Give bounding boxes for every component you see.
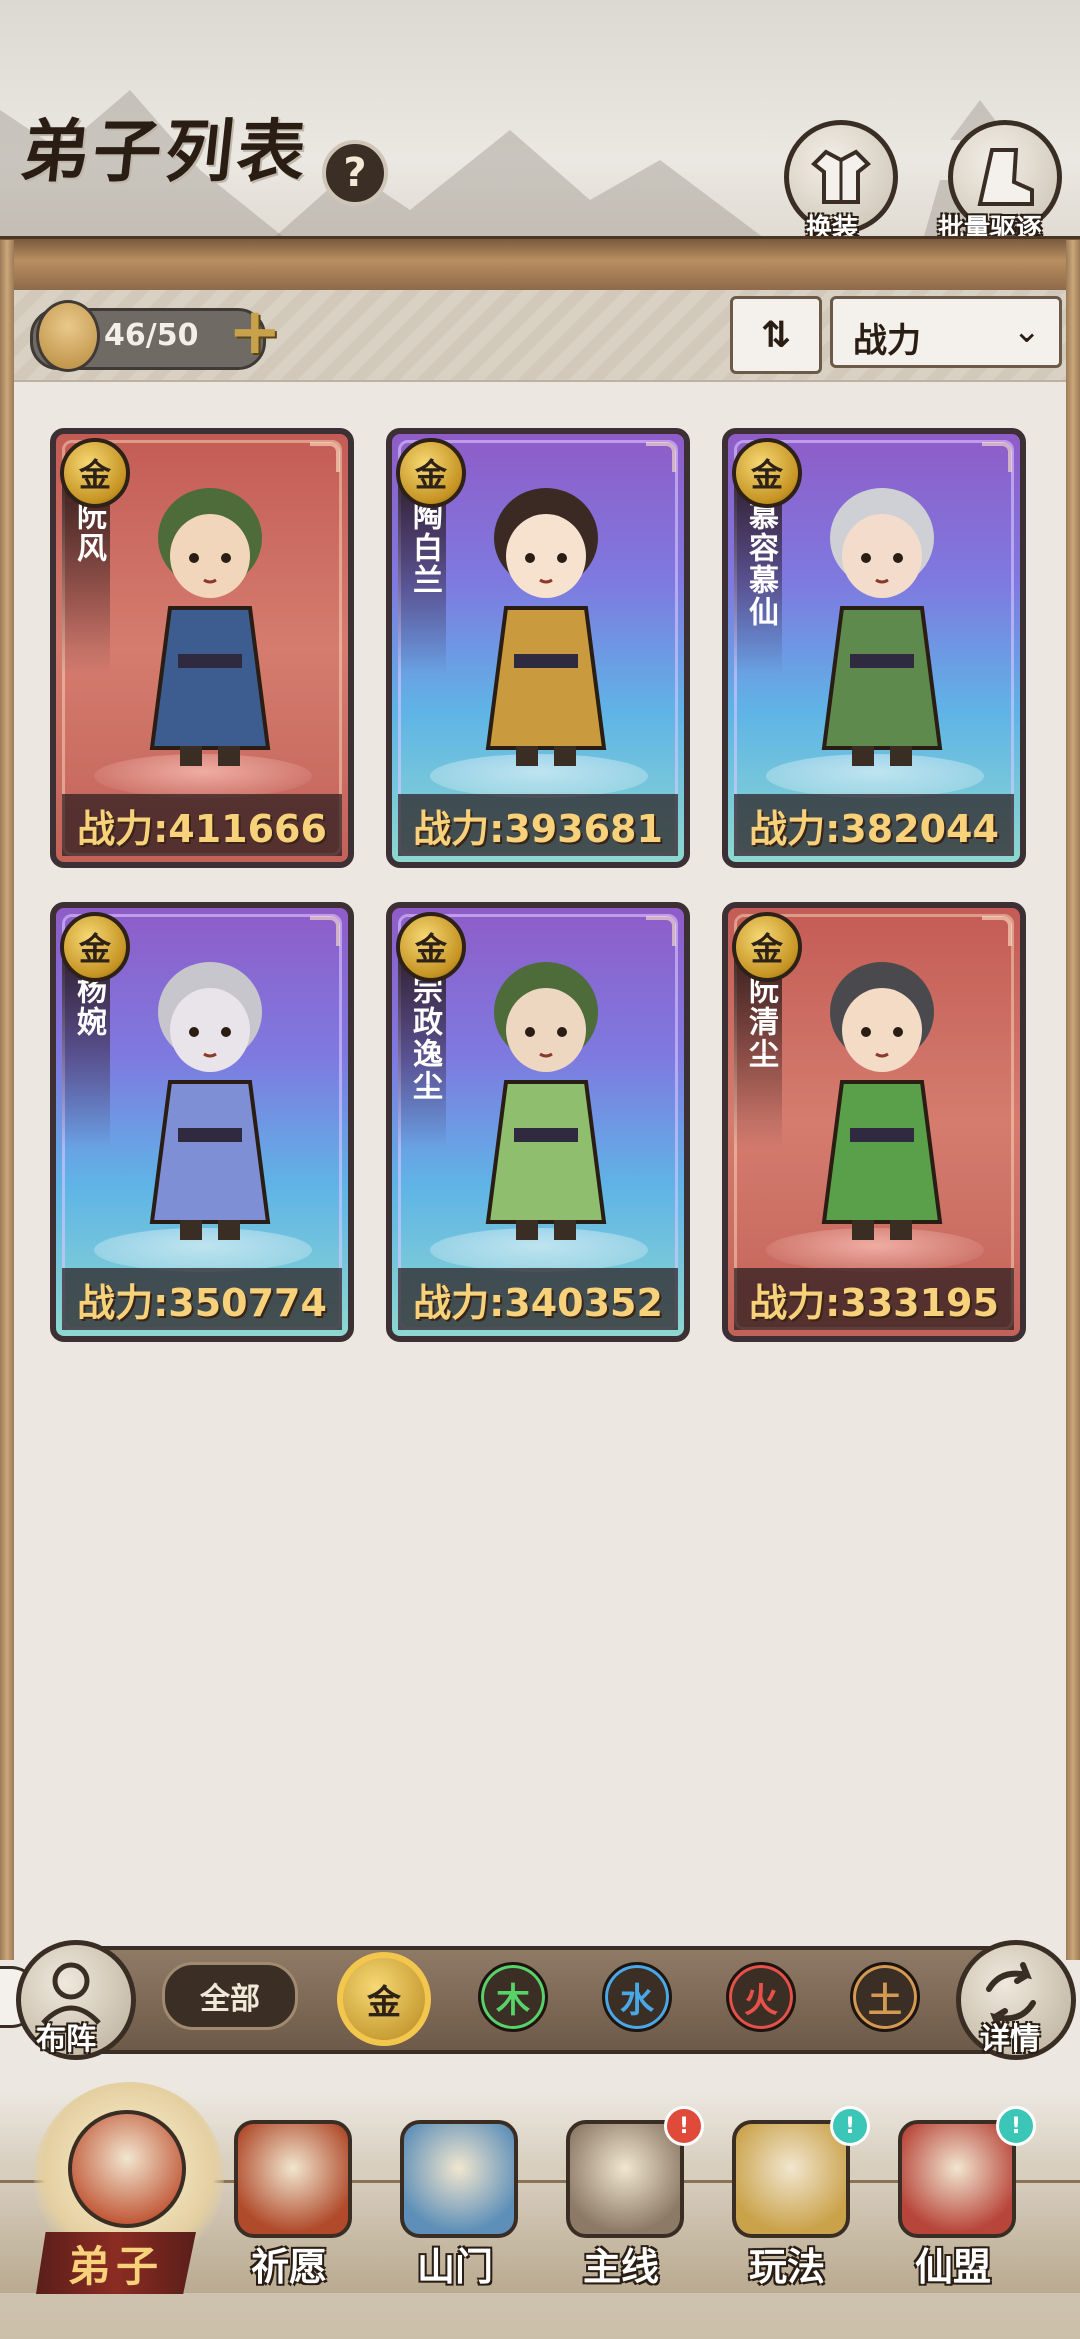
disciple-avatar-icon [36, 300, 100, 372]
card-corner-decoration [982, 916, 1012, 946]
disciple-card[interactable]: 陶白兰金战力:393681 [386, 428, 690, 868]
character-portrait [149, 962, 271, 1240]
power-value: 战力:340352 [413, 1280, 663, 1325]
disciple-card[interactable]: 慕容慕仙金战力:382044 [722, 428, 1026, 868]
nav-tab-4[interactable]: 玩法! [712, 2106, 870, 2320]
nav-tab-icon [68, 2110, 186, 2228]
nav-tab-2[interactable]: 山门 [380, 2120, 530, 2320]
disciple-card[interactable]: 杨婉金战力:350774 [50, 902, 354, 1342]
filter-all[interactable]: 全部 [162, 1962, 298, 2030]
filter-element-2[interactable]: 水 [602, 1962, 672, 2032]
power-bar: 战力:393681 [398, 794, 678, 856]
disciple-card[interactable]: 宗政逸尘金战力:340352 [386, 902, 690, 1342]
power-value: 战力:393681 [413, 806, 663, 851]
filter-element-0[interactable]: 金 [337, 1952, 431, 2046]
sort-arrows-icon: ⇅ [760, 314, 792, 356]
sort-order-button[interactable]: ⇅ [730, 296, 822, 374]
disciple-name: 陶白兰 [407, 500, 442, 596]
power-value: 战力:350774 [77, 1280, 327, 1325]
left-rail [0, 240, 14, 1960]
power-value: 战力:411666 [77, 806, 327, 851]
card-corner-decoration [310, 442, 340, 472]
header-border [0, 236, 1080, 296]
nav-tab-0[interactable]: 弟子 [36, 2110, 198, 2320]
details-label: 详情 [980, 2022, 1040, 2057]
filter-element-1[interactable]: 木 [478, 1962, 548, 2032]
help-button[interactable]: ? [322, 140, 388, 206]
power-bar: 战力:340352 [398, 1268, 678, 1330]
nav-tab-icon [566, 2120, 684, 2238]
formation-label: 布阵 [36, 2022, 96, 2057]
power-bar: 战力:333195 [734, 1268, 1014, 1330]
power-value: 战力:333195 [749, 1280, 999, 1325]
nav-tab-icon [898, 2120, 1016, 2238]
element-badge: 金 [732, 438, 802, 508]
notification-badge: ! [664, 2106, 704, 2146]
element-badge: 金 [732, 912, 802, 982]
notification-badge: ! [830, 2106, 870, 2146]
add-capacity-button[interactable]: + [228, 300, 282, 364]
card-corner-decoration [646, 442, 676, 472]
power-bar: 战力:350774 [62, 1268, 342, 1330]
disciple-name: 杨婉 [71, 974, 106, 1038]
element-badge: 金 [60, 438, 130, 508]
disciple-card[interactable]: 阮清尘金战力:333195 [722, 902, 1026, 1342]
character-portrait [821, 962, 943, 1240]
disciple-name: 阮清尘 [743, 974, 778, 1070]
chevron-down-icon: ⌄ [1012, 311, 1042, 351]
disciple-count: 46/50 [104, 318, 199, 353]
power-bar: 战力:382044 [734, 794, 1014, 856]
card-corner-decoration [982, 442, 1012, 472]
notification-badge: ! [996, 2106, 1036, 2146]
outfit-icon [811, 149, 871, 204]
filter-element-3[interactable]: 火 [726, 1962, 796, 2032]
sort-dropdown-value: 战力 [853, 321, 921, 361]
element-badge: 金 [396, 438, 466, 508]
character-portrait [485, 962, 607, 1240]
character-portrait [821, 488, 943, 766]
nav-tab-label: 主线 [582, 2245, 659, 2289]
card-corner-decoration [646, 916, 676, 946]
character-portrait [149, 488, 271, 766]
disciple-card[interactable]: 阮风金战力:411666 [50, 428, 354, 868]
power-bar: 战力:411666 [62, 794, 342, 856]
right-rail [1066, 240, 1080, 1960]
nav-tab-3[interactable]: 主线! [546, 2106, 704, 2320]
sort-dropdown[interactable]: 战力 ⌄ [830, 296, 1062, 368]
disciple-name: 慕容慕仙 [743, 500, 778, 628]
boot-icon [977, 148, 1034, 206]
nav-tab-label: 山门 [416, 2245, 493, 2289]
element-badge: 金 [60, 912, 130, 982]
nav-tab-label: 祈愿 [250, 2245, 327, 2289]
nav-tab-label: 弟子 [36, 2232, 196, 2294]
nav-tab-label: 玩法 [748, 2245, 825, 2289]
nav-tab-1[interactable]: 祈愿 [214, 2120, 364, 2320]
card-corner-decoration [310, 916, 340, 946]
disciple-name: 阮风 [71, 500, 106, 564]
nav-tab-icon [400, 2120, 518, 2238]
filter-element-4[interactable]: 土 [850, 1962, 920, 2032]
nav-tab-icon [234, 2120, 352, 2238]
disciple-name: 宗政逸尘 [407, 974, 442, 1102]
nav-tab-5[interactable]: 仙盟! [878, 2106, 1036, 2320]
element-badge: 金 [396, 912, 466, 982]
nav-tab-icon [732, 2120, 850, 2238]
power-value: 战力:382044 [749, 806, 999, 851]
page-title: 弟子列表 [17, 112, 314, 192]
nav-tab-label: 仙盟 [914, 2245, 991, 2289]
character-portrait [485, 488, 607, 766]
